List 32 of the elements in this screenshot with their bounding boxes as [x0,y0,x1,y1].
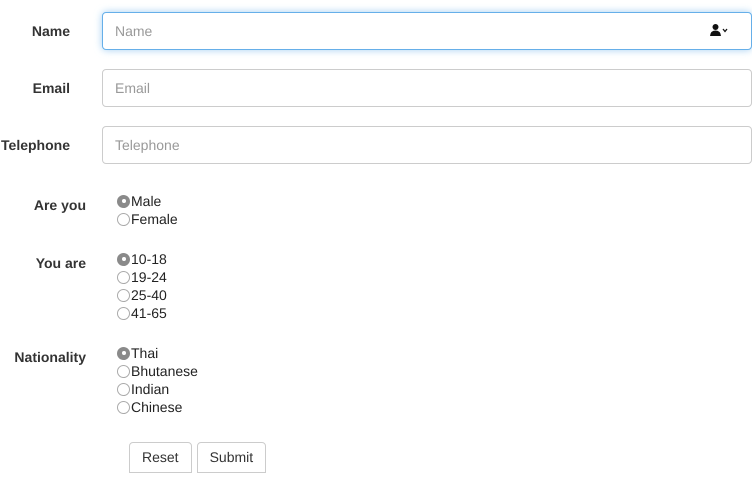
radio-button[interactable] [117,194,130,208]
form-button[interactable]: Reset [129,442,192,473]
radio-label: Thai [131,344,158,362]
field-label: Telephone [0,136,70,155]
radio-label: 25-40 [131,286,167,304]
input-field[interactable]: Name [102,12,752,50]
radio-label: Female [131,210,178,228]
radio-label: 41-65 [131,304,167,322]
radio-button[interactable] [117,212,130,226]
radio-button[interactable] [117,270,130,284]
input-field[interactable]: Telephone [102,126,752,164]
person-icon[interactable] [710,24,728,36]
radio-button[interactable] [117,346,130,360]
radio-button[interactable] [117,400,130,414]
radio-label: Bhutanese [131,362,198,380]
radio-label: Male [131,192,162,210]
form-button[interactable]: Submit [196,442,266,473]
radio-button[interactable] [117,382,130,396]
radio-button[interactable] [117,288,130,302]
field-label: Name [30,22,70,40]
radio-label: Indian [131,380,170,398]
group-label: Nationality [13,348,86,367]
group-label: Are you [32,196,86,215]
radio-label: 19-24 [131,268,167,286]
radio-button[interactable] [117,364,130,378]
radio-label: Chinese [131,398,182,416]
radio-label: 10-18 [131,250,167,268]
field-label: Email [32,78,70,98]
radio-button[interactable] [117,306,130,320]
input-field[interactable]: Email [102,69,752,107]
group-label: You are [34,254,86,273]
radio-button[interactable] [117,252,130,266]
